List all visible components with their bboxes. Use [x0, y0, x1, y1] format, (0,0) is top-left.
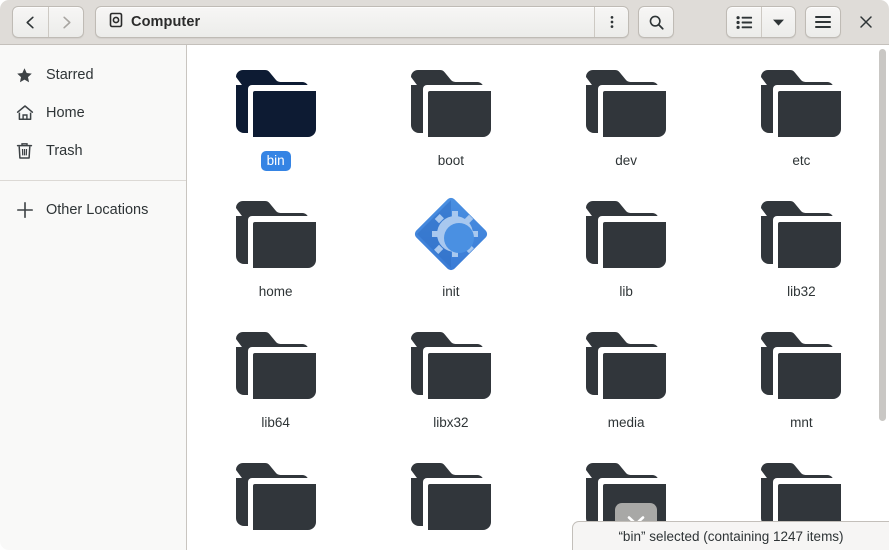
folder-icon [228, 192, 324, 276]
folder-icon [578, 192, 674, 276]
hamburger-menu-icon [815, 16, 831, 28]
file-grid: bin boot dev etc home init lib lib32 lib64 libx32… [188, 45, 889, 550]
close-window-button[interactable] [851, 6, 881, 38]
file-item[interactable]: lib32 [714, 188, 889, 319]
folder-icon [228, 61, 324, 145]
file-item-label: lib32 [787, 284, 816, 299]
search-icon [649, 15, 664, 30]
sidebar-item-trash[interactable]: Trash [7, 132, 179, 170]
sidebar-label-starred: Starred [46, 67, 94, 83]
file-item[interactable]: init [363, 188, 538, 319]
home-icon [15, 104, 34, 123]
chevron-down-icon [773, 19, 784, 26]
file-item-label: etc [792, 153, 811, 168]
folder-icon [403, 323, 499, 407]
file-grid-container: bin boot dev etc home init lib lib32 lib64 libx32… [188, 45, 889, 550]
file-item[interactable]: home [188, 188, 363, 319]
file-item[interactable]: lib [539, 188, 714, 319]
file-manager-window: Computer Starred Home Trash Other Locati… [0, 0, 889, 550]
sidebar-label-trash: Trash [46, 143, 83, 159]
sidebar-label-home: Home [46, 105, 85, 121]
main-menu-button[interactable] [805, 6, 841, 38]
breadcrumb-computer[interactable]: Computer [96, 7, 594, 37]
star-icon [15, 66, 34, 85]
file-item-label: dev [615, 153, 638, 168]
folder-icon [753, 323, 849, 407]
path-options-button[interactable] [594, 7, 628, 37]
folder-icon [403, 454, 499, 538]
file-item-label [270, 544, 282, 548]
file-item[interactable]: dev [539, 57, 714, 188]
file-item[interactable]: libx32 [363, 319, 538, 450]
list-view-icon [735, 15, 752, 29]
forward-button[interactable] [48, 7, 83, 37]
file-item[interactable]: media [539, 319, 714, 450]
path-bar: Computer [95, 6, 629, 38]
file-item-label: libx32 [433, 415, 469, 430]
computer-drive-icon [108, 12, 124, 33]
file-item-label: lib64 [261, 415, 290, 430]
sidebar-item-home[interactable]: Home [7, 94, 179, 132]
list-view-button[interactable] [727, 7, 761, 37]
status-text: “bin” selected (containing 1247 items) [618, 528, 844, 544]
file-item-label: mnt [790, 415, 813, 430]
sidebar: Starred Home Trash Other Locations [0, 45, 187, 550]
path-label: Computer [131, 14, 201, 30]
sidebar-item-other-locations[interactable]: Other Locations [7, 191, 179, 229]
back-button[interactable] [13, 7, 48, 37]
folder-icon [753, 61, 849, 145]
plus-icon [15, 201, 34, 220]
file-item-label: home [258, 284, 293, 299]
folder-icon [578, 323, 674, 407]
file-item[interactable]: etc [714, 57, 889, 188]
vertical-scrollbar[interactable] [879, 49, 886, 421]
file-item[interactable] [363, 450, 538, 550]
header-bar: Computer [0, 0, 889, 45]
sidebar-item-starred[interactable]: Starred [7, 56, 179, 94]
search-button[interactable] [638, 6, 674, 38]
file-item[interactable]: bin [188, 57, 363, 188]
file-item-label: boot [437, 153, 465, 168]
folder-icon [578, 61, 674, 145]
file-item-label: init [442, 284, 460, 299]
file-item-label: bin [260, 151, 291, 171]
navigation-buttons [12, 6, 84, 38]
file-item-label: media [607, 415, 645, 430]
sidebar-label-other-locations: Other Locations [46, 202, 149, 218]
folder-icon [228, 454, 324, 538]
file-item[interactable]: mnt [714, 319, 889, 450]
file-item[interactable]: boot [363, 57, 538, 188]
folder-icon [228, 323, 324, 407]
folder-icon [403, 61, 499, 145]
file-item[interactable] [188, 450, 363, 550]
file-item[interactable]: lib64 [188, 319, 363, 450]
view-dropdown-button[interactable] [761, 7, 795, 37]
trash-icon [15, 142, 34, 161]
sidebar-divider [0, 180, 186, 181]
close-icon [860, 16, 872, 28]
status-bar: “bin” selected (containing 1247 items) [572, 521, 889, 550]
file-item-label [445, 544, 457, 548]
file-item-label: lib [619, 284, 633, 299]
symlink-icon [403, 192, 499, 276]
view-mode-control [726, 6, 796, 38]
folder-icon [753, 192, 849, 276]
